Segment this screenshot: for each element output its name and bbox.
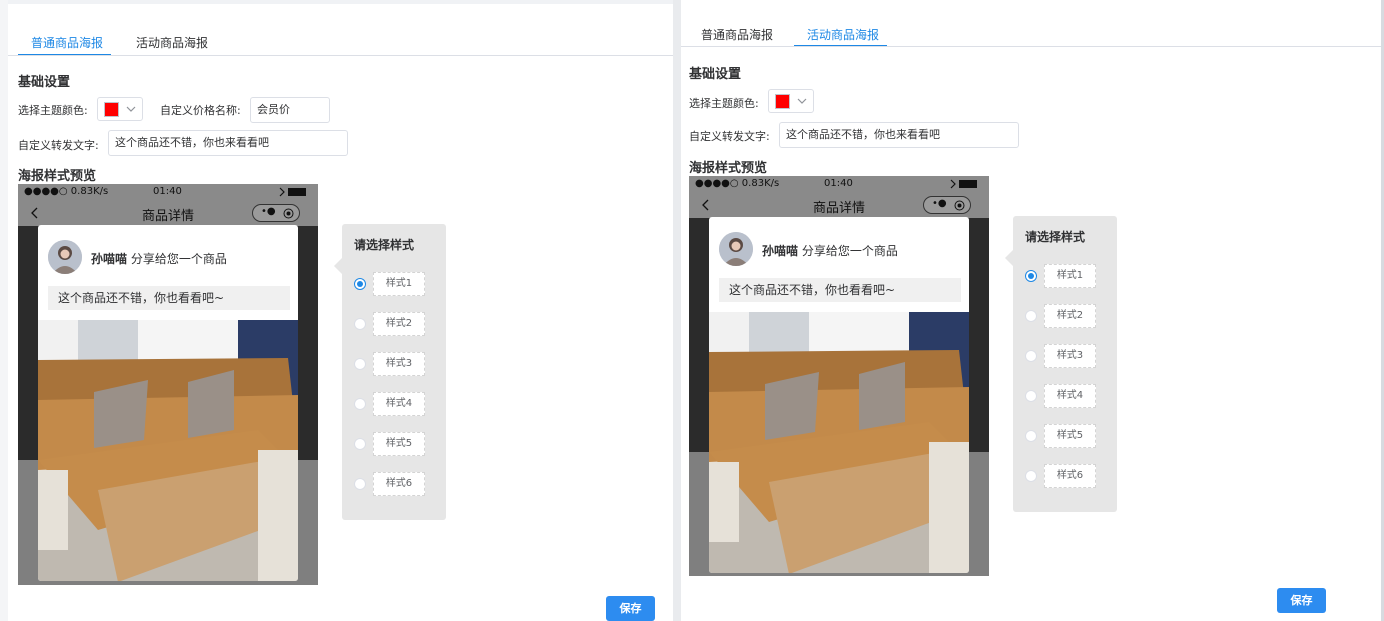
poster-card: 孙喵喵 分享给您一个商品 这个商品还不错，你也看看吧~ bbox=[709, 217, 969, 573]
avatar bbox=[719, 232, 753, 266]
style-6-label[interactable]: 样式6 bbox=[1044, 464, 1096, 488]
share-text-input[interactable]: 这个商品还不错，你也来看看吧 bbox=[779, 122, 1019, 148]
radio-style-5[interactable] bbox=[354, 438, 366, 450]
status-signal: ●●●●○ 0.83K/s bbox=[695, 178, 780, 189]
mini-program-capsule: •● bbox=[252, 204, 300, 222]
style-4-label[interactable]: 样式4 bbox=[373, 392, 425, 416]
radio-style-1[interactable] bbox=[354, 278, 366, 290]
phone-nav-title: 商品详情 bbox=[813, 201, 866, 216]
share-user-line: 孙喵喵 分享给您一个商品 bbox=[762, 242, 898, 259]
battery-icon bbox=[279, 187, 306, 197]
poster-settings-panel-activity: 普通商品海报 活动商品海报 基础设置 选择主题颜色: 自定义转发文字: 这个商品… bbox=[681, 0, 1384, 621]
phone-status-bar: ●●●●○ 0.83K/s 01:40 bbox=[18, 184, 318, 200]
radio-style-1[interactable] bbox=[1025, 270, 1037, 282]
popover-pointer bbox=[334, 258, 342, 274]
tab-normal-poster[interactable]: 普通商品海报 bbox=[701, 26, 773, 43]
share-user-name: 孙喵喵 bbox=[91, 252, 128, 266]
section-preview: 海报样式预览 bbox=[689, 161, 768, 176]
save-button[interactable]: 保存 bbox=[1277, 588, 1326, 613]
radio-style-5[interactable] bbox=[1025, 430, 1037, 442]
radio-style-6[interactable] bbox=[354, 478, 366, 490]
background-strip bbox=[0, 0, 8, 621]
tab-activity-poster[interactable]: 活动商品海报 bbox=[807, 26, 879, 43]
share-message: 这个商品还不错，你也看看吧~ bbox=[48, 286, 290, 310]
product-photo bbox=[709, 312, 969, 573]
style-1-label[interactable]: 样式1 bbox=[373, 272, 425, 296]
phone-nav-bar: 商品详情 •● bbox=[18, 200, 318, 226]
share-line: 分享给您一个商品 bbox=[130, 252, 227, 266]
share-text-label: 自定义转发文字: bbox=[18, 139, 99, 152]
price-name-label: 自定义价格名称: bbox=[160, 104, 241, 117]
top-strip bbox=[8, 0, 673, 4]
theme-color-picker[interactable] bbox=[97, 97, 143, 121]
back-icon bbox=[31, 207, 38, 219]
radio-style-3[interactable] bbox=[1025, 350, 1037, 362]
radio-style-4[interactable] bbox=[1025, 390, 1037, 402]
save-button[interactable]: 保存 bbox=[606, 596, 655, 621]
section-preview: 海报样式预览 bbox=[18, 169, 97, 184]
color-swatch bbox=[775, 94, 790, 109]
color-swatch bbox=[104, 102, 119, 117]
share-text-input[interactable]: 这个商品还不错，你也来看看吧 bbox=[108, 130, 348, 156]
style-2-label[interactable]: 样式2 bbox=[1044, 304, 1096, 328]
tabs-divider bbox=[8, 55, 673, 56]
style-selector-popover: 请选择样式 样式1 样式2 样式3 样式4 样式5 样式6 bbox=[1005, 216, 1117, 512]
theme-color-label: 选择主题颜色: bbox=[689, 97, 759, 110]
radio-style-3[interactable] bbox=[354, 358, 366, 370]
radio-style-2[interactable] bbox=[354, 318, 366, 330]
poster-card: 孙喵喵 分享给您一个商品 这个商品还不错，你也看看吧~ bbox=[38, 225, 298, 581]
radio-style-6[interactable] bbox=[1025, 470, 1037, 482]
style-5-label[interactable]: 样式5 bbox=[373, 432, 425, 456]
status-time: 01:40 bbox=[153, 186, 182, 197]
back-icon bbox=[702, 199, 709, 211]
share-message: 这个商品还不错，你也看看吧~ bbox=[719, 278, 961, 302]
style-5-label[interactable]: 样式5 bbox=[1044, 424, 1096, 448]
panel-gutter bbox=[673, 0, 681, 621]
style-2-label[interactable]: 样式2 bbox=[373, 312, 425, 336]
section-basic-settings: 基础设置 bbox=[689, 67, 742, 82]
share-line: 分享给您一个商品 bbox=[801, 244, 898, 258]
phone-nav-title: 商品详情 bbox=[142, 209, 195, 224]
share-user-line: 孙喵喵 分享给您一个商品 bbox=[91, 250, 227, 267]
share-text-label: 自定义转发文字: bbox=[689, 130, 770, 143]
status-time: 01:40 bbox=[824, 178, 853, 189]
tab-activity-poster[interactable]: 活动商品海报 bbox=[136, 34, 208, 51]
style-selector-popover: 请选择样式 样式1 样式2 样式3 样式4 样式5 样式6 bbox=[334, 224, 446, 520]
chevron-down-icon bbox=[126, 106, 136, 112]
style-selector-title: 请选择样式 bbox=[1025, 230, 1086, 244]
radio-style-4[interactable] bbox=[354, 398, 366, 410]
popover-pointer bbox=[1005, 250, 1013, 266]
style-6-label[interactable]: 样式6 bbox=[373, 472, 425, 496]
product-photo bbox=[38, 320, 298, 581]
style-selector-title: 请选择样式 bbox=[354, 238, 415, 252]
avatar bbox=[48, 240, 82, 274]
status-signal: ●●●●○ 0.83K/s bbox=[24, 186, 109, 197]
price-name-input[interactable]: 会员价 bbox=[250, 97, 330, 123]
theme-color-picker[interactable] bbox=[768, 89, 814, 113]
tabs-divider bbox=[681, 46, 1384, 47]
chevron-down-icon bbox=[797, 98, 807, 104]
sofa-illustration bbox=[709, 312, 969, 573]
radio-style-2[interactable] bbox=[1025, 310, 1037, 322]
battery-icon bbox=[950, 179, 977, 189]
tab-normal-poster[interactable]: 普通商品海报 bbox=[31, 34, 103, 51]
style-3-label[interactable]: 样式3 bbox=[373, 352, 425, 376]
mini-program-capsule: •● bbox=[923, 196, 971, 214]
phone-nav-bar: 商品详情 •● bbox=[689, 192, 989, 218]
style-1-label[interactable]: 样式1 bbox=[1044, 264, 1096, 288]
style-3-label[interactable]: 样式3 bbox=[1044, 344, 1096, 368]
sofa-illustration bbox=[38, 320, 298, 581]
style-4-label[interactable]: 样式4 bbox=[1044, 384, 1096, 408]
phone-status-bar: ●●●●○ 0.83K/s 01:40 bbox=[689, 176, 989, 192]
section-basic-settings: 基础设置 bbox=[18, 75, 71, 90]
share-user-name: 孙喵喵 bbox=[762, 244, 799, 258]
theme-color-label: 选择主题颜色: bbox=[18, 104, 88, 117]
poster-settings-panel-normal: 普通商品海报 活动商品海报 基础设置 选择主题颜色: 自定义价格名称: 会员价 … bbox=[8, 0, 673, 621]
